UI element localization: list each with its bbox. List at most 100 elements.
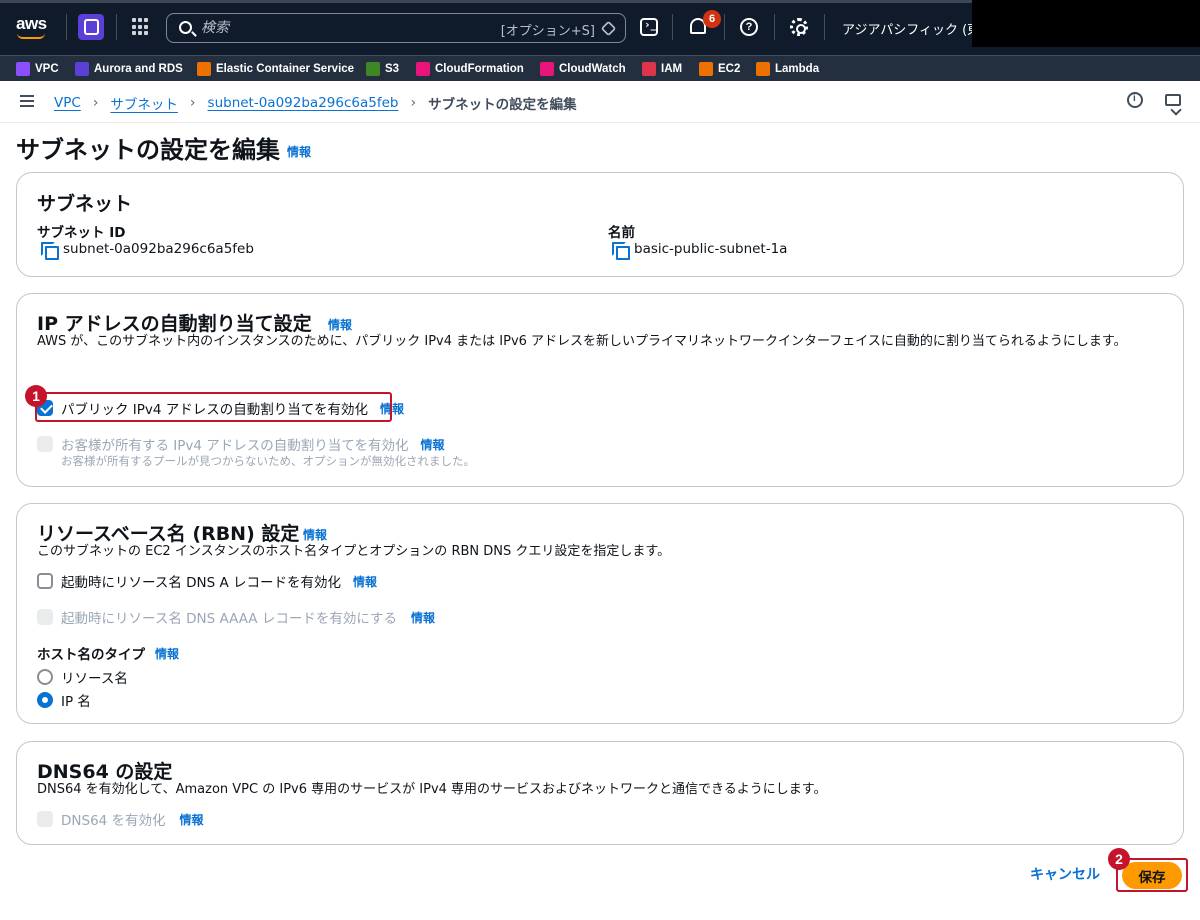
- favorite-label: Elastic Container Service: [216, 63, 355, 75]
- aws-logo[interactable]: aws: [16, 14, 47, 34]
- favorite-label: Aurora and RDS: [94, 63, 183, 75]
- shortcut-key-icon: [600, 20, 617, 37]
- rbn-card-info-link[interactable]: 情報: [303, 526, 327, 543]
- dns-a-option[interactable]: 起動時にリソース名 DNS A レコードを有効化 情報: [37, 571, 377, 591]
- dns-aaaa-label: 起動時にリソース名 DNS AAAA レコードを有効にする: [61, 611, 397, 627]
- copy-icon[interactable]: [612, 242, 630, 260]
- divider: [116, 14, 117, 40]
- breadcrumb-subnet-id[interactable]: subnet-0a092ba296c6a5feb: [208, 95, 399, 111]
- subnet-name-label: 名前: [608, 225, 635, 241]
- ec2-icon: [699, 62, 713, 76]
- service-logo-icon[interactable]: [78, 14, 104, 40]
- customer-ipv4-info-link[interactable]: 情報: [421, 436, 445, 453]
- dns64-card-description: DNS64 を有効化して、Amazon VPC の IPv6 専用のサービスが …: [37, 782, 827, 797]
- hostname-type-text: ホスト名のタイプ: [37, 647, 145, 663]
- favorite-iam[interactable]: IAM: [642, 61, 682, 77]
- feedback-icon[interactable]: [1165, 94, 1181, 106]
- hostname-option-ip-name[interactable]: IP 名: [37, 690, 91, 710]
- cancel-button[interactable]: キャンセル: [1030, 864, 1100, 884]
- cloudformation-icon: [416, 62, 430, 76]
- search-icon: [179, 21, 192, 34]
- hostname-type-label: ホスト名のタイプ 情報: [37, 643, 179, 664]
- favorite-label: CloudFormation: [435, 63, 524, 75]
- dns64-checkbox: [37, 811, 53, 827]
- favorite-ec2[interactable]: EC2: [699, 61, 740, 77]
- vpc-icon: [16, 62, 30, 76]
- step1-highlight-box: [35, 392, 392, 422]
- favorite-s3[interactable]: S3: [366, 61, 399, 77]
- resource-name-radio[interactable]: [37, 669, 53, 685]
- chevron-right-icon: ›: [189, 95, 196, 111]
- breadcrumb-bar: VPC › サブネット › subnet-0a092ba296c6a5feb ›…: [0, 81, 1200, 123]
- favorite-label: CloudWatch: [559, 63, 626, 75]
- favorite-label: Lambda: [775, 63, 820, 75]
- ip-card-info-link[interactable]: 情報: [328, 316, 352, 333]
- search-input[interactable]: [201, 19, 481, 37]
- ecs-icon: [197, 62, 211, 76]
- rbn-card-description: このサブネットの EC2 インスタンスのホスト名タイプとオプションの RBN D…: [37, 544, 671, 559]
- customer-ipv4-option: お客様が所有する IPv4 アドレスの自動割り当てを有効化 情報: [37, 434, 445, 454]
- favorite-label: VPC: [35, 63, 59, 75]
- hostname-option-resource-name[interactable]: リソース名: [37, 667, 128, 687]
- favorite-label: IAM: [661, 63, 683, 75]
- page-info-link[interactable]: 情報: [287, 143, 311, 160]
- breadcrumb-vpc[interactable]: VPC: [54, 95, 81, 111]
- aws-smile-icon: [17, 33, 45, 39]
- services-menu-grid-icon[interactable]: [132, 18, 150, 36]
- customer-ipv4-label: お客様が所有する IPv4 アドレスの自動割り当てを有効化: [61, 438, 409, 454]
- favorite-aurora-rds[interactable]: Aurora and RDS: [75, 61, 183, 77]
- copy-icon[interactable]: [41, 242, 59, 260]
- cloudwatch-icon: [540, 62, 554, 76]
- lambda-icon: [756, 62, 770, 76]
- redacted-account-area: [972, 0, 1200, 47]
- customer-ipv4-hint: お客様が所有するプールが見つからないため、オプションが無効化されました。: [61, 454, 475, 468]
- favorite-ecs[interactable]: Elastic Container Service: [197, 61, 354, 77]
- subnet-name-value: basic-public-subnet-1a: [612, 241, 787, 260]
- step2-badge: 2: [1108, 848, 1130, 870]
- customer-ipv4-checkbox: [37, 436, 53, 452]
- iam-icon: [642, 62, 656, 76]
- favorites-bar: VPC Aurora and RDS Elastic Container Ser…: [0, 55, 1200, 81]
- subnet-id-value: subnet-0a092ba296c6a5feb: [41, 241, 254, 260]
- subnet-id-text: subnet-0a092ba296c6a5feb: [63, 241, 254, 257]
- favorite-vpc[interactable]: VPC: [16, 61, 59, 77]
- ip-card-description: AWS が、このサブネット内のインスタンスのために、パブリック IPv4 または…: [37, 334, 1127, 349]
- hamburger-menu-icon[interactable]: [20, 95, 34, 107]
- ip-name-label: IP 名: [61, 694, 91, 710]
- dns-a-label: 起動時にリソース名 DNS A レコードを有効化: [61, 575, 341, 591]
- breadcrumb-current: サブネットの設定を編集: [428, 97, 577, 112]
- ip-name-radio[interactable]: [37, 692, 53, 708]
- favorite-cloudformation[interactable]: CloudFormation: [416, 61, 524, 77]
- breadcrumb-subnets[interactable]: サブネット: [110, 93, 178, 113]
- breadcrumb: VPC › サブネット › subnet-0a092ba296c6a5feb ›…: [54, 93, 577, 113]
- dns-a-checkbox[interactable]: [37, 573, 53, 589]
- rds-icon: [75, 62, 89, 76]
- ip-auto-assign-card: IP アドレスの自動割り当て設定 情報 AWS が、このサブネット内のインスタン…: [16, 293, 1184, 487]
- subnet-card: サブネット サブネット ID subnet-0a092ba296c6a5feb …: [16, 172, 1184, 277]
- search-box[interactable]: [オプション+S]: [166, 13, 626, 43]
- divider: [66, 14, 67, 40]
- favorite-lambda[interactable]: Lambda: [756, 61, 819, 77]
- rbn-settings-card: リソースベース名 (RBN) 設定 情報 このサブネットの EC2 インスタンス…: [16, 503, 1184, 724]
- dns64-option: DNS64 を有効化 情報: [37, 809, 204, 829]
- hostname-type-info-link[interactable]: 情報: [155, 645, 179, 662]
- divider: [774, 14, 775, 40]
- favorite-cloudwatch[interactable]: CloudWatch: [540, 61, 626, 77]
- dns-a-info-link[interactable]: 情報: [353, 573, 377, 590]
- cloudshell-icon[interactable]: [640, 18, 658, 36]
- dns64-info-link[interactable]: 情報: [180, 811, 204, 828]
- info-panel-icon[interactable]: [1127, 92, 1143, 108]
- notification-count-badge: 6: [703, 10, 721, 28]
- settings-gear-icon[interactable]: [790, 18, 808, 36]
- subnet-card-title: サブネット: [37, 193, 133, 215]
- divider: [672, 14, 673, 40]
- dns64-card: DNS64 の設定 DNS64 を有効化して、Amazon VPC の IPv6…: [16, 741, 1184, 845]
- dns64-label: DNS64 を有効化: [61, 813, 166, 829]
- dns-aaaa-checkbox: [37, 609, 53, 625]
- step1-badge: 1: [25, 385, 47, 407]
- chevron-right-icon: ›: [410, 95, 417, 111]
- dns-aaaa-option: 起動時にリソース名 DNS AAAA レコードを有効にする 情報: [37, 607, 435, 627]
- dns-aaaa-info-link[interactable]: 情報: [411, 609, 435, 626]
- help-icon[interactable]: ?: [740, 18, 758, 36]
- s3-icon: [366, 62, 380, 76]
